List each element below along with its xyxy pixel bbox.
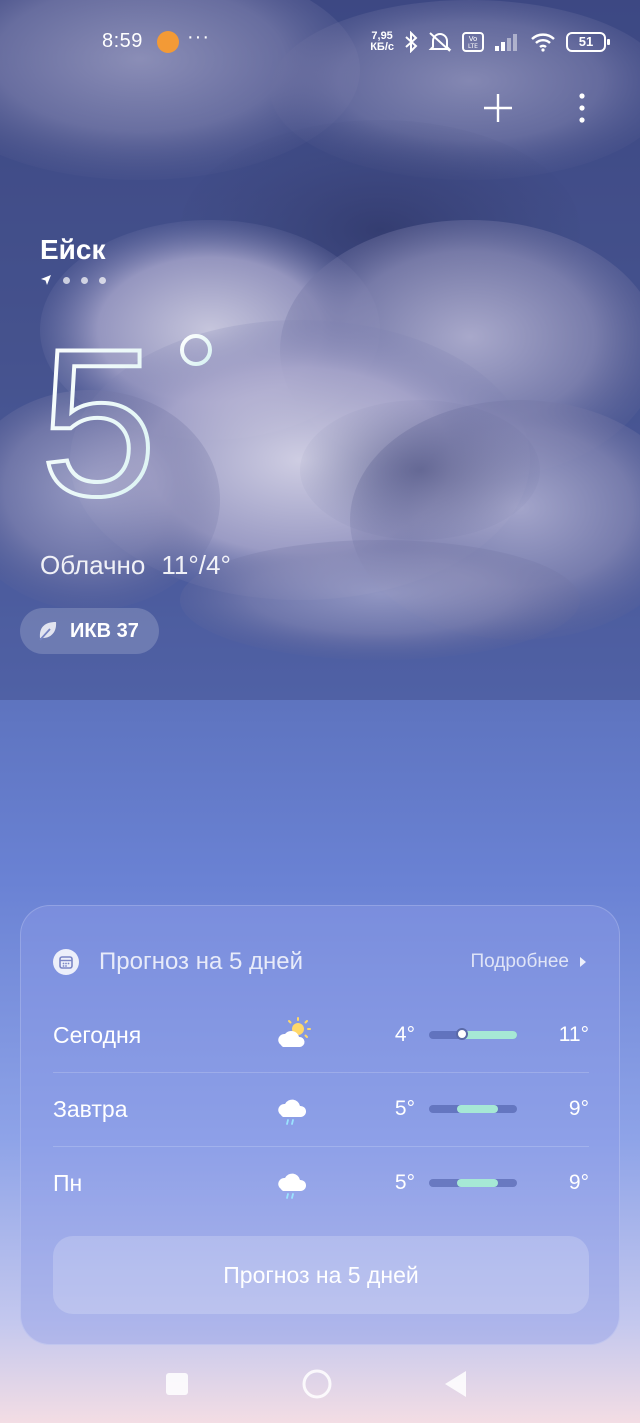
condition-text: Облачно <box>40 550 146 580</box>
aqi-label: ИКВ 37 <box>70 619 139 642</box>
current-condition: Облачно 11°/4° <box>40 550 231 581</box>
triangle-back-icon <box>445 1371 466 1397</box>
back-button[interactable] <box>434 1362 478 1406</box>
wifi-icon <box>531 33 555 52</box>
page-dot <box>81 276 88 284</box>
vertical-dots-icon <box>579 93 585 123</box>
five-day-forecast-button[interactable]: Прогноз на 5 дней <box>53 1236 589 1314</box>
rain-cloud-icon <box>278 1173 307 1199</box>
plus-icon <box>484 94 512 122</box>
forecast-header: Прогноз на 5 дней Подробнее <box>53 942 587 982</box>
temperature-range-bar <box>429 1179 517 1187</box>
status-bar: 8:59 ··· 7,95 КБ/с Vo LTE 51 <box>0 22 640 62</box>
forecast-row[interactable]: Завтра 5° 9° <box>53 1072 589 1146</box>
add-city-button[interactable] <box>478 88 518 128</box>
forecast-title: Прогноз на 5 дней <box>99 948 303 975</box>
partly-sunny-icon <box>278 1017 311 1047</box>
five-day-forecast-button-label: Прогноз на 5 дней <box>223 1261 419 1288</box>
bluetooth-icon <box>405 31 418 53</box>
forecast-row[interactable]: Пн 5° 9° <box>53 1146 589 1220</box>
current-temperature-value: 5 <box>40 305 157 520</box>
temperature-range-fill <box>457 1179 498 1187</box>
status-time: 8:59 <box>102 30 143 52</box>
recents-button[interactable] <box>155 1362 199 1406</box>
forecast-day: Сегодня <box>53 1021 142 1048</box>
svg-text:Vo: Vo <box>469 35 478 43</box>
muted-bell-icon <box>428 32 452 52</box>
notification-more-icon: ··· <box>187 26 210 48</box>
forecast-more-label: Подробнее <box>470 951 569 972</box>
notification-app-icon <box>157 31 179 53</box>
network-speed: 7,95 КБ/с <box>370 31 394 53</box>
forecast-card: Прогноз на 5 дней Подробнее Сегодня 4° 1… <box>20 905 620 1345</box>
city-name[interactable]: Ейск <box>40 234 105 266</box>
network-speed-unit: КБ/с <box>370 41 394 53</box>
location-arrow-icon <box>41 275 51 285</box>
temperature-range-bar <box>429 1105 517 1113</box>
temperature-range-fill <box>457 1105 498 1113</box>
forecast-low: 5° <box>394 1097 415 1120</box>
page-dot <box>63 276 70 284</box>
calendar-icon <box>53 949 79 975</box>
rain-cloud-icon <box>278 1099 307 1125</box>
volte-icon: VoLTE <box>462 32 484 52</box>
battery-icon: 51 <box>566 32 610 52</box>
triangle-right-icon <box>580 957 586 967</box>
city-page-indicator <box>40 274 106 286</box>
temperature-range-bar <box>429 1028 517 1040</box>
aqi-chip[interactable]: ИКВ 37 <box>20 608 159 654</box>
leaf-icon <box>39 622 57 641</box>
status-icons: 7,95 КБ/с Vo LTE 51 <box>370 28 610 56</box>
degree-symbol <box>180 334 212 366</box>
signal-icon <box>495 34 517 51</box>
forecast-high: 9° <box>568 1171 589 1194</box>
current-temperature: 5 <box>38 303 212 520</box>
home-button[interactable] <box>295 1362 339 1406</box>
svg-text:LTE: LTE <box>468 43 478 50</box>
circle-icon <box>302 1369 332 1399</box>
page-dot <box>99 276 106 284</box>
temperature-range: 11°/4° <box>161 550 231 580</box>
forecast-day: Пн <box>53 1169 83 1196</box>
navigation-bar <box>0 1362 640 1408</box>
square-icon <box>166 1373 188 1395</box>
forecast-high: 9° <box>568 1097 589 1120</box>
forecast-low: 5° <box>394 1171 415 1194</box>
forecast-row[interactable]: Сегодня 4° 11° <box>53 998 589 1072</box>
more-options-button[interactable] <box>562 88 602 128</box>
top-actions <box>478 88 602 128</box>
forecast-day: Завтра <box>53 1095 128 1122</box>
forecast-high: 11° <box>558 1023 589 1046</box>
forecast-more-link[interactable]: Подробнее <box>470 951 587 973</box>
forecast-low: 4° <box>394 1023 415 1046</box>
